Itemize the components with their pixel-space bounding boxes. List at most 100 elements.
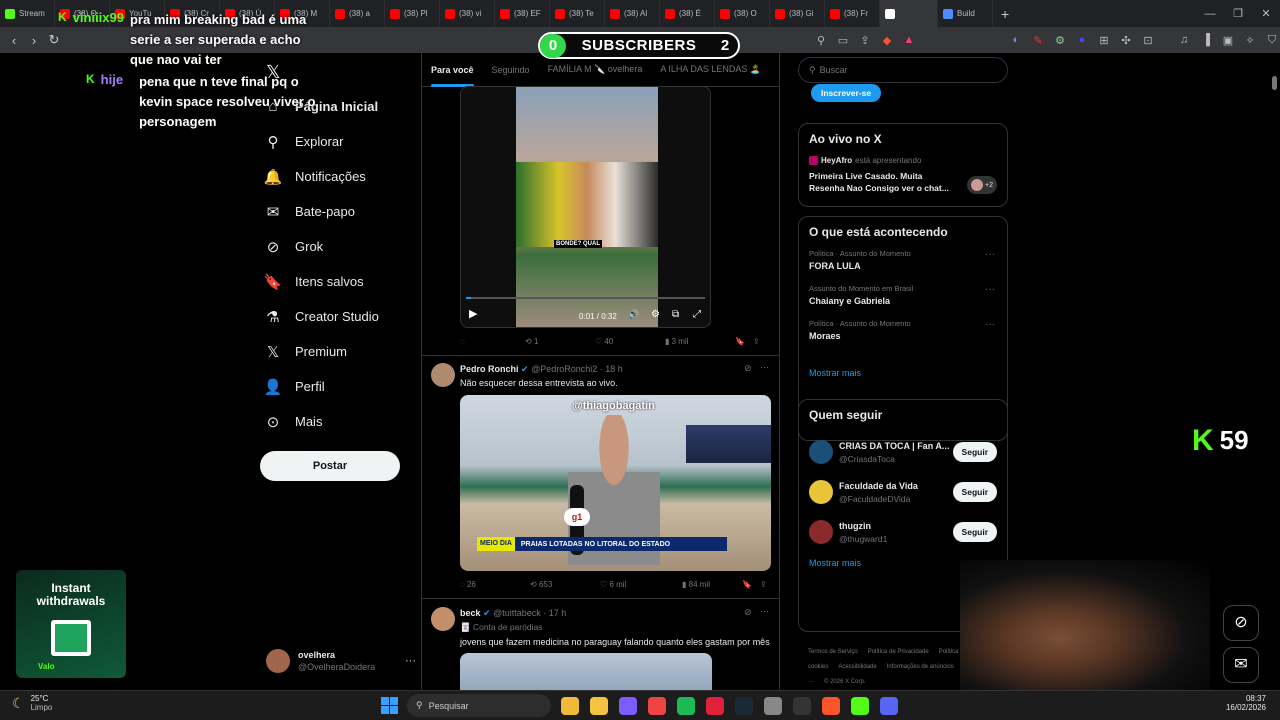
views-count[interactable]: ▮ 3 mil xyxy=(665,337,735,346)
tweet-time[interactable]: · 18 h xyxy=(600,364,623,374)
browser-tab[interactable]: (38) Gi xyxy=(770,0,825,27)
pip-icon[interactable]: ⧉ xyxy=(672,309,679,320)
footer-link[interactable]: Termos de Serviço xyxy=(808,649,858,655)
folder-icon[interactable] xyxy=(590,697,608,715)
media-icon[interactable]: ♫ xyxy=(1173,34,1195,47)
browser-tab[interactable]: (38) Al xyxy=(605,0,660,27)
weather-widget[interactable]: ☾ 25°C Limpo xyxy=(12,694,52,712)
video-progress[interactable] xyxy=(466,297,705,299)
chrome-icon[interactable] xyxy=(648,697,666,715)
nav-item-mais[interactable]: ⊙ Mais xyxy=(262,404,412,439)
brave-rewards-icon[interactable]: ▲ xyxy=(898,34,920,47)
avatar[interactable] xyxy=(431,363,455,387)
minimize-icon[interactable]: — xyxy=(1196,8,1224,20)
follow-suggestion[interactable]: Faculdade da Vida @FaculdadeDVida Seguir xyxy=(809,472,997,512)
share-icon[interactable]: ⇪ xyxy=(854,34,876,47)
nav-item-itens-salvos[interactable]: 🔖 Itens salvos xyxy=(262,264,412,299)
browser-tab[interactable]: (38) EF xyxy=(495,0,550,27)
live-host[interactable]: HeyAfro está apresentando xyxy=(809,156,997,165)
play-icon[interactable]: ▶ xyxy=(469,307,477,320)
tweet-author[interactable]: beck xyxy=(460,608,481,618)
nav-item-premium[interactable]: 𝕏 Premium xyxy=(262,334,412,369)
nav-item-notificações[interactable]: 🔔 Notificações xyxy=(262,159,412,194)
avatar[interactable] xyxy=(431,607,455,631)
start-icon[interactable] xyxy=(381,697,398,714)
extension-icon[interactable]: ⊞ xyxy=(1093,34,1115,47)
nav-item-bate-papo[interactable]: ✉ Bate-papo xyxy=(262,194,412,229)
feed-tab[interactable]: FAMÍLIA M 🔪 ovelhera xyxy=(539,64,652,75)
extension-icon[interactable]: ✎ xyxy=(1027,34,1049,47)
screenshot-icon[interactable]: ⊡ xyxy=(1137,34,1159,47)
extension-icon[interactable]: ◐ xyxy=(1005,34,1027,47)
browser-tab[interactable]: (38) O xyxy=(715,0,770,27)
scrollbar[interactable] xyxy=(1272,76,1277,90)
nav-item-grok[interactable]: ⊘ Grok xyxy=(262,229,412,264)
leo-icon[interactable]: ✧ xyxy=(1239,34,1261,47)
zoom-icon[interactable]: ⚲ xyxy=(810,34,832,47)
messages-icon[interactable]: ✉ xyxy=(1223,647,1259,683)
live-listeners[interactable]: +2 xyxy=(967,176,997,194)
tweet-handle[interactable]: @tuittabeck xyxy=(493,608,541,618)
tweet-author[interactable]: Pedro Ronchi xyxy=(460,364,519,374)
tweet-image[interactable] xyxy=(460,653,712,690)
tweet-handle[interactable]: @PedroRonchi2 xyxy=(531,364,597,374)
follow-suggestion[interactable]: thugzin @thugward1 Seguir xyxy=(809,512,997,552)
volume-icon[interactable]: 🔊 xyxy=(628,309,639,320)
repost-button[interactable]: ⟲ 1 xyxy=(525,337,595,346)
bookmark-icon[interactable]: 🔖 xyxy=(742,580,760,589)
sidebar-icon[interactable]: ▐ xyxy=(1195,34,1217,47)
video-player[interactable]: BONDE? QUAL ▶ 0:01 / 0:32 🔊 ⚙ ⧉ ⤢ xyxy=(460,86,711,328)
feed-tab[interactable]: Seguindo xyxy=(483,65,539,75)
browser-tab[interactable]: (38) Fr xyxy=(825,0,880,27)
views-count[interactable]: ▮ 84 mil xyxy=(682,580,742,589)
new-tab-button[interactable]: + xyxy=(1001,6,1009,22)
close-icon[interactable]: ✕ xyxy=(1252,7,1280,20)
search-input[interactable]: ⚲ Buscar xyxy=(798,57,1008,83)
footer-link[interactable]: Política de Privacidade xyxy=(868,649,929,655)
tweet-video[interactable]: @thiagobagatin g1 MEIO DIA PRAIAS LOTADA… xyxy=(460,395,771,571)
fullscreen-icon[interactable]: ⤢ xyxy=(693,309,701,320)
vpn-icon[interactable]: ⛉ xyxy=(1261,34,1280,47)
file-explorer-icon[interactable] xyxy=(561,697,579,715)
follow-suggestion[interactable]: CRIAS DA TOCA | Fan A... @CriasdaToca Segu… xyxy=(809,432,997,472)
share-icon[interactable]: ⇪ xyxy=(760,580,767,589)
browser-tab[interactable] xyxy=(880,0,938,27)
obs-icon[interactable] xyxy=(793,697,811,715)
like-button[interactable]: ♡ 40 xyxy=(595,337,665,346)
subscribe-button[interactable]: Inscrever-se xyxy=(811,84,882,102)
grok-icon[interactable]: ⊘ xyxy=(744,363,752,374)
reply-icon[interactable]: ◌ xyxy=(460,337,525,346)
puzzle-icon[interactable]: ✣ xyxy=(1115,34,1137,47)
spotify-icon[interactable] xyxy=(677,697,695,715)
feed-tab[interactable]: Para você xyxy=(422,65,483,87)
kick-icon[interactable] xyxy=(851,697,869,715)
more-icon[interactable]: ··· xyxy=(760,362,769,372)
more-icon[interactable]: ··· xyxy=(985,284,995,295)
follow-button[interactable]: Seguir xyxy=(952,442,997,462)
wallet-icon[interactable]: ▣ xyxy=(1217,34,1239,47)
settings-icon[interactable] xyxy=(764,697,782,715)
brave-shield-icon[interactable]: ◆ xyxy=(876,34,898,47)
more-icon[interactable]: ··· xyxy=(405,655,416,667)
like-button[interactable]: ♡ 6 mil xyxy=(600,580,682,589)
nav-item-perfil[interactable]: 👤 Perfil xyxy=(262,369,412,404)
taskbar-search[interactable]: ⚲ Pesquisar xyxy=(407,694,551,717)
share-icon[interactable]: ⇪ xyxy=(753,337,760,346)
trend-item[interactable]: Política · Assunto do Momento Moraes ··· xyxy=(809,319,997,341)
follow-button[interactable]: Seguir xyxy=(952,522,997,542)
post-button[interactable]: Postar xyxy=(260,451,400,481)
follow-button[interactable]: Seguir xyxy=(952,482,997,502)
grok-icon[interactable]: ⊘ xyxy=(744,607,752,618)
discord-icon[interactable] xyxy=(880,697,898,715)
browser-tab[interactable]: (38) Te xyxy=(550,0,605,27)
maximize-icon[interactable]: ❐ xyxy=(1224,7,1252,20)
browser-tab[interactable]: (38) vi xyxy=(440,0,495,27)
footer-link[interactable]: © 2026 X Corp. xyxy=(824,679,865,685)
nav-item-creator-studio[interactable]: ⚗ Creator Studio xyxy=(262,299,412,334)
show-more-link[interactable]: Mostrar mais xyxy=(809,368,861,378)
grok-icon[interactable]: ⊘ xyxy=(1223,605,1259,641)
brave-icon[interactable] xyxy=(822,697,840,715)
footer-link[interactable]: Acessibilidade xyxy=(838,664,876,670)
more-icon[interactable]: ··· xyxy=(985,249,995,260)
steam-icon[interactable] xyxy=(735,697,753,715)
